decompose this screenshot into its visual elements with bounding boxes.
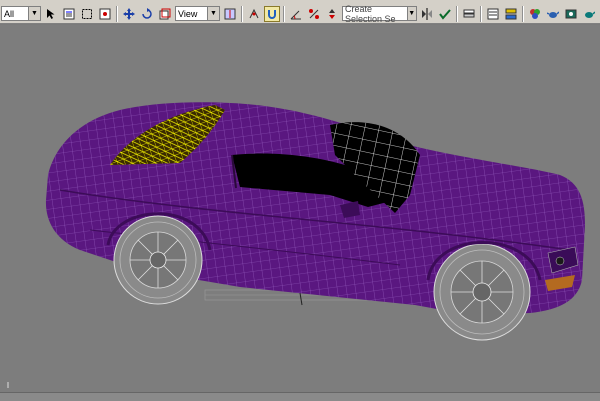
mirror-button[interactable] xyxy=(419,6,435,22)
select-and-move-button[interactable] xyxy=(121,6,137,22)
teapot-icon xyxy=(547,10,559,18)
active-shade-button[interactable] xyxy=(581,6,597,22)
layers-icon xyxy=(463,9,475,17)
percent-snap-button[interactable] xyxy=(306,6,322,22)
chevron-down-icon: ▼ xyxy=(28,7,40,20)
material-editor-button[interactable] xyxy=(527,6,543,22)
layer-manager-button[interactable] xyxy=(461,6,477,22)
front-wheel xyxy=(433,243,531,341)
align-icon xyxy=(439,8,451,20)
reference-coordinate-value: View xyxy=(178,8,198,19)
align-button[interactable] xyxy=(437,6,453,22)
manipulate-icon xyxy=(249,8,259,18)
selection-region-icon xyxy=(82,8,92,19)
scale-icon xyxy=(159,8,171,19)
perspective-viewport[interactable] xyxy=(0,25,600,400)
schematic-view-button[interactable] xyxy=(503,6,519,22)
selection-filter-value: All xyxy=(4,8,15,19)
toolbar-separator xyxy=(480,5,482,22)
toolbar-separator xyxy=(456,5,458,22)
spinner-snap-button[interactable] xyxy=(324,6,340,22)
render-scene-button[interactable] xyxy=(545,6,561,22)
quick-render-button[interactable] xyxy=(563,6,579,22)
toolbar-separator xyxy=(283,5,285,22)
selection-filter-dropdown[interactable]: All ▼ xyxy=(1,6,41,21)
chevron-down-icon: ▼ xyxy=(406,7,416,20)
arrow-cursor-icon xyxy=(47,8,55,19)
spinner-snap-icon xyxy=(329,8,335,19)
toolbar-separator xyxy=(116,5,118,22)
quick-render-icon xyxy=(565,9,577,18)
toolbar-separator xyxy=(241,5,243,22)
curve-editor-icon xyxy=(487,8,499,19)
curve-editor-button[interactable] xyxy=(485,6,501,22)
teapot-icon xyxy=(585,10,595,18)
percent-snap-icon xyxy=(309,8,319,19)
magnet-icon xyxy=(268,9,276,19)
named-selection-sets-dropdown[interactable]: Create Selection Se ▼ xyxy=(342,3,417,24)
named-selection-placeholder: Create Selection Se xyxy=(345,3,396,24)
angle-snap-icon xyxy=(290,10,301,19)
window-crossing-button[interactable] xyxy=(97,6,113,22)
move-icon xyxy=(123,7,135,20)
mirror-icon xyxy=(422,7,432,20)
select-and-manipulate-button[interactable] xyxy=(246,6,262,22)
rectangular-selection-button[interactable] xyxy=(79,6,95,22)
pivot-center-button[interactable] xyxy=(222,6,238,22)
chevron-down-icon: ▼ xyxy=(207,7,219,20)
toolbar-separator xyxy=(522,5,524,22)
schematic-view-icon xyxy=(505,8,517,19)
select-object-button[interactable] xyxy=(43,6,59,22)
rotate-icon xyxy=(142,7,152,19)
list-icon xyxy=(63,8,75,19)
car-wireframe-model xyxy=(7,102,585,388)
rear-wheel xyxy=(113,215,203,305)
angle-snap-button[interactable] xyxy=(288,6,304,22)
reference-coordinate-dropdown[interactable]: View ▼ xyxy=(175,6,220,21)
select-by-name-button[interactable] xyxy=(61,6,77,22)
material-editor-icon xyxy=(530,8,540,19)
select-and-scale-button[interactable] xyxy=(157,6,173,22)
snap-toggle-button[interactable] xyxy=(264,5,280,22)
window-crossing-icon xyxy=(99,8,111,19)
main-toolbar: All ▼ View ▼ Create Selection Se ▼ xyxy=(0,4,600,24)
select-and-rotate-button[interactable] xyxy=(139,6,155,22)
pivot-center-icon xyxy=(224,8,236,19)
